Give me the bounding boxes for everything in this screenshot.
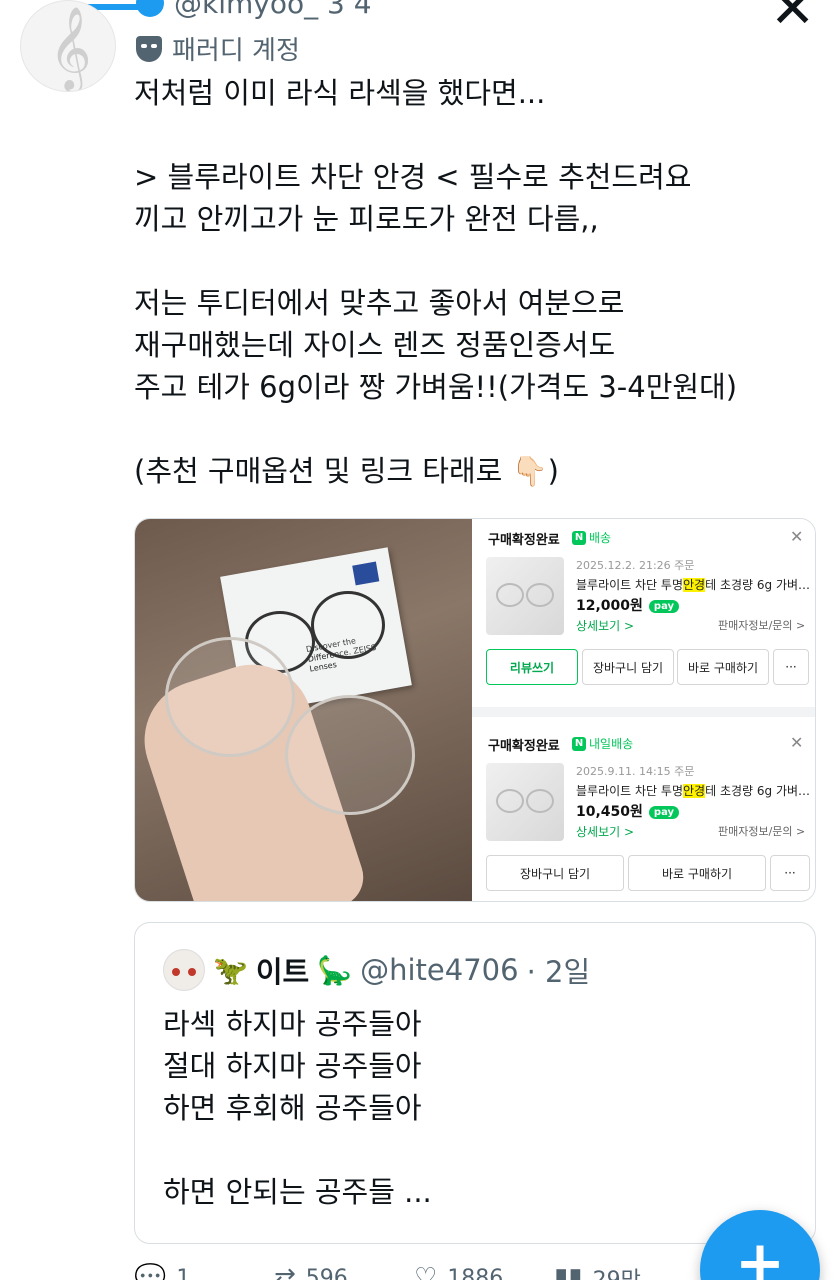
parody-label: 패러디 계정 [136,30,300,67]
trex-icon: 🦖 [213,953,248,987]
order-divider [472,707,815,717]
glasses-photo[interactable]: Discover the Difference. ZEISS Lenses [135,519,472,901]
clear-lens-right [285,695,415,815]
product-thumbnail[interactable] [486,763,564,841]
order-2: 구매확정완료 N 내일배송 ✕ 2025.9.11. 14:15 주문 블루라이트… [472,725,815,901]
quoted-time: · 2일 [526,955,591,989]
quoted-name[interactable]: 이트 [256,949,309,991]
product-thumbnail[interactable] [486,557,564,635]
shipping-badge: N 배송 [572,529,611,546]
views-action[interactable]: ▮▮29만 [554,1262,694,1280]
reply-icon: 💬 [134,1263,167,1280]
treble-clef-icon: 𝄞 [49,5,92,89]
close-icon[interactable]: ✕ [770,0,815,36]
quoted-tweet-header: 🦖 이트 🦕 @hite4706 · 2일 [163,949,590,991]
detail-link[interactable]: 상세보기 > [576,823,634,840]
naver-n-icon: N [572,530,586,545]
clear-lens-left [165,637,295,757]
tweet-media[interactable]: Discover the Difference. ZEISS Lenses 구매… [134,518,816,902]
close-order-icon[interactable]: ✕ [790,527,803,546]
zeiss-logo-icon [352,561,380,586]
product-name[interactable]: 블루라이트 차단 투명안경테 초경량 6g 가벼… [576,782,812,799]
product-name[interactable]: 블루라이트 차단 투명안경테 초경량 6g 가벼… [576,576,812,593]
views-icon: ▮▮ [554,1263,583,1280]
tweet-header: @kimyoo_ 3 4 [136,0,372,20]
sauropod-icon: 🦕 [317,953,353,987]
order-date: 2025.9.11. 14:15 주문 [576,765,695,778]
tweet-handle[interactable]: @kimyoo_ 3 4 [174,0,372,20]
naver-n-icon: N [572,736,586,751]
add-to-cart-button[interactable]: 장바구니 담기 [486,855,624,891]
buy-now-button[interactable]: 바로 구매하기 [677,649,769,685]
order-1: 구매확정완료 N 배송 ✕ 2025.12.2. 21:26 주문 블루라이트 차… [472,519,815,703]
seller-info-link[interactable]: 판매자정보/문의 > [718,823,805,839]
close-order-icon[interactable]: ✕ [790,733,803,752]
heart-icon: ♡ [414,1263,438,1280]
npay-badge: pay [648,805,680,819]
more-button[interactable]: ··· [770,855,810,891]
detail-link[interactable]: 상세보기 > [576,617,634,634]
product-price: 12,000원 pay [576,595,680,615]
order-panel: 구매확정완료 N 배송 ✕ 2025.12.2. 21:26 주문 블루라이트 차… [472,519,815,901]
retweet-icon: ⇄ [274,1263,296,1280]
order-status: 구매확정완료 [488,533,560,548]
shipping-badge: N 내일배송 [572,735,633,752]
like-action[interactable]: ♡ 1886 [414,1262,554,1280]
reply-action[interactable]: 💬 1 [134,1262,274,1280]
quoted-avatar[interactable] [163,949,205,991]
seller-info-link[interactable]: 판매자정보/문의 > [718,617,805,633]
avatar[interactable]: 𝄞 [20,0,116,92]
product-price: 10,450원 pay [576,801,680,821]
buy-now-button[interactable]: 바로 구매하기 [628,855,766,891]
tweet-actions: 💬1 ⇄596 ♡1886 ▮▮29만 [134,1262,694,1280]
retweet-action[interactable]: ⇄ 596 [274,1262,414,1280]
quoted-handle[interactable]: @hite4706 [360,953,518,987]
npay-badge: pay [648,599,680,613]
quoted-tweet[interactable]: 🦖 이트 🦕 @hite4706 · 2일 라섹 하지마 공주들아 절대 하지마… [134,922,816,1244]
plus-icon: + [734,1228,786,1280]
order-status: 구매확정완료 [488,739,560,754]
lens-right [311,591,385,659]
quoted-body: 라섹 하지마 공주들아 절대 하지마 공주들아 하면 후회해 공주들아 하면 안… [163,1007,432,1209]
more-button[interactable]: ··· [773,649,809,685]
add-to-cart-button[interactable]: 장바구니 담기 [582,649,674,685]
tweet-body: 저처럼 이미 라식 라섹을 했다면... > 블루라이트 차단 안경 < 필수로… [134,76,738,488]
parody-text: 패러디 계정 [172,36,300,66]
verified-badge-icon [136,0,164,17]
order-date: 2025.12.2. 21:26 주문 [576,559,695,572]
review-button[interactable]: 리뷰쓰기 [486,649,578,685]
mask-icon [136,35,162,62]
